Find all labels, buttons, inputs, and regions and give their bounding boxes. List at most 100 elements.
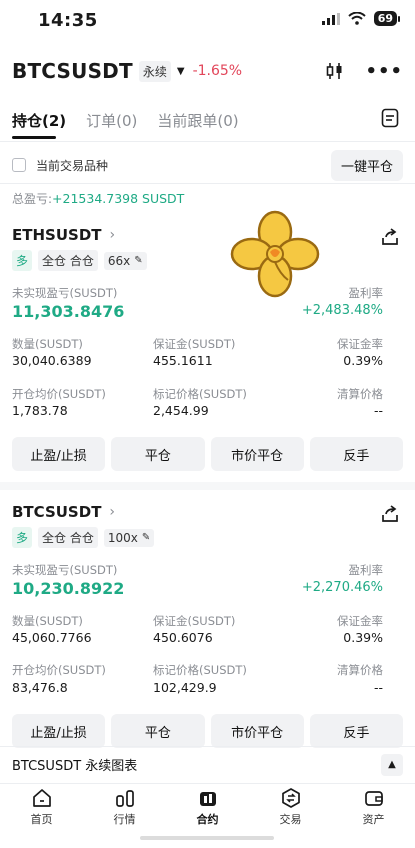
close-position-button[interactable]: 平仓	[111, 714, 205, 748]
quantity-label: 数量(SUSDT)	[12, 337, 83, 351]
close-all-button[interactable]: 一键平仓	[330, 149, 403, 181]
nav-item-home[interactable]: 首页	[0, 784, 83, 831]
mark-price-label: 标记价格(SUSDT)	[153, 387, 247, 401]
share-icon[interactable]	[381, 505, 399, 523]
roe-label: 盈利率	[348, 286, 384, 300]
total-pnl: 总盈亏:+21534.7398 SUSDT	[12, 190, 184, 207]
tp-sl-button[interactable]: 止盈/止损	[12, 714, 106, 748]
wifi-icon	[348, 12, 366, 25]
filter-row: 当前交易品种 一键平仓	[12, 149, 403, 181]
nav-item-assets[interactable]: 资产	[332, 784, 415, 831]
mark-price-label: 标记价格(SUSDT)	[153, 663, 247, 677]
position-symbol-label: ETHSUSDT	[12, 226, 102, 244]
tab-copy-trades[interactable]: 当前跟单(0)	[157, 110, 238, 131]
tab-orders[interactable]: 订单(0)	[86, 110, 137, 131]
margin-value: 455.1611	[153, 353, 213, 368]
margin-value: 450.6076	[153, 630, 213, 645]
battery-icon: 69	[373, 11, 401, 26]
position-tags: 多 全仓 合仓 66x ✎	[12, 250, 147, 271]
status-time: 14:35	[38, 10, 98, 31]
nav-item-futures[interactable]: 合约	[166, 784, 249, 831]
futures-icon	[199, 792, 216, 806]
nav-label: 资产	[362, 813, 385, 826]
margin-label: 保证金(SUSDT)	[153, 614, 236, 628]
market-icon	[115, 790, 134, 807]
roe-label: 盈利率	[348, 563, 384, 577]
divider	[0, 141, 415, 142]
quantity-value: 45,060.7766	[12, 630, 92, 645]
nav-item-market[interactable]: 行情	[83, 784, 166, 831]
liquidation-price-value: --	[373, 403, 383, 418]
header-symbol[interactable]: BTCSUSDT	[12, 59, 133, 83]
current-symbol-checkbox[interactable]	[12, 158, 26, 172]
nav-item-trade[interactable]: 交易	[249, 784, 332, 831]
margin-ratio-value: 0.39%	[343, 353, 383, 368]
entry-price-label: 开仓均价(SUSDT)	[12, 387, 106, 401]
market-close-button[interactable]: 市价平仓	[210, 437, 304, 471]
mark-price-value: 2,454.99	[153, 403, 209, 418]
active-tab-indicator	[12, 136, 56, 139]
reverse-button[interactable]: 反手	[309, 437, 403, 471]
nav-label: 行情	[113, 813, 136, 826]
unrealized-pnl-value: 10,230.8922	[12, 579, 125, 598]
history-icon[interactable]	[381, 108, 399, 128]
unrealized-pnl-label: 未实现盈亏(SUSDT)	[12, 286, 118, 300]
close-position-button[interactable]: 平仓	[111, 437, 205, 471]
margin-mode-badge: 全仓 合仓	[38, 527, 98, 548]
unrealized-pnl-label: 未实现盈亏(SUSDT)	[12, 563, 118, 577]
position-actions: 止盈/止损 平仓 市价平仓 反手	[12, 437, 403, 471]
position-symbol[interactable]: BTCSUSDT ›	[12, 503, 115, 521]
clover-sticker-icon	[230, 210, 320, 298]
signal-icon	[321, 12, 340, 25]
mark-price-value: 102,429.9	[153, 680, 217, 695]
chevron-up-icon[interactable]: ▲	[381, 753, 403, 776]
edit-icon: ✎	[141, 532, 151, 543]
quantity-label: 数量(SUSDT)	[12, 614, 83, 628]
quantity-value: 30,040.6389	[12, 353, 92, 368]
position-symbol-label: BTCSUSDT	[12, 503, 102, 521]
liquidation-price-value: --	[373, 680, 383, 695]
leverage-badge[interactable]: 100x ✎	[103, 528, 155, 547]
current-symbol-label: 当前交易品种	[36, 158, 109, 173]
contract-header: BTCSUSDT 永续 ▼ -1.65% •••	[12, 56, 403, 86]
margin-ratio-label: 保证金率	[337, 337, 383, 351]
roe-value: +2,483.48%	[301, 303, 383, 318]
nav-label: 首页	[30, 813, 53, 826]
status-icons: 69	[321, 11, 401, 26]
position-symbol[interactable]: ETHSUSDT ›	[12, 226, 115, 244]
margin-ratio-value: 0.39%	[343, 630, 383, 645]
candlestick-icon[interactable]	[325, 61, 345, 81]
section-separator	[0, 482, 415, 490]
more-icon[interactable]: •••	[365, 61, 403, 82]
edit-icon: ✎	[134, 255, 143, 266]
bottom-nav: 首页 行情 合约 交易 资产	[0, 783, 415, 831]
perpetual-tag: 永续	[138, 60, 171, 82]
roe-value: +2,270.46%	[301, 580, 383, 595]
chevron-right-icon: ›	[109, 504, 116, 520]
nav-label: 交易	[279, 813, 302, 826]
reverse-button[interactable]: 反手	[309, 714, 403, 748]
position-tags: 多 全仓 合仓 100x ✎	[12, 527, 155, 548]
chevron-down-icon[interactable]: ▼	[177, 66, 185, 77]
entry-price-label: 开仓均价(SUSDT)	[12, 663, 106, 677]
position-actions: 止盈/止损 平仓 市价平仓 反手	[12, 714, 403, 748]
nav-label: 合约	[196, 813, 219, 826]
divider	[0, 183, 415, 184]
tab-positions[interactable]: 持仓(2)	[12, 110, 66, 131]
share-icon[interactable]	[381, 228, 399, 246]
trade-icon	[281, 788, 300, 808]
price-change: -1.65%	[192, 63, 243, 79]
leverage-badge[interactable]: 66x ✎	[103, 251, 147, 270]
leverage-value: 66x	[107, 253, 131, 268]
margin-mode-badge: 全仓 合仓	[38, 250, 98, 271]
unrealized-pnl-value: 11,303.8476	[12, 302, 125, 321]
tp-sl-button[interactable]: 止盈/止损	[12, 437, 106, 471]
chart-toggle-bar[interactable]: BTCSUSDT 永续图表 ▲	[0, 746, 415, 782]
leverage-value: 100x	[107, 530, 138, 545]
market-close-button[interactable]: 市价平仓	[210, 714, 304, 748]
side-badge: 多	[12, 250, 33, 271]
position-tabs: 持仓(2) 订单(0) 当前跟单(0)	[12, 110, 239, 131]
side-badge: 多	[12, 527, 33, 548]
entry-price-value: 1,783.78	[12, 403, 68, 418]
liquidation-price-label: 清算价格	[337, 663, 383, 677]
